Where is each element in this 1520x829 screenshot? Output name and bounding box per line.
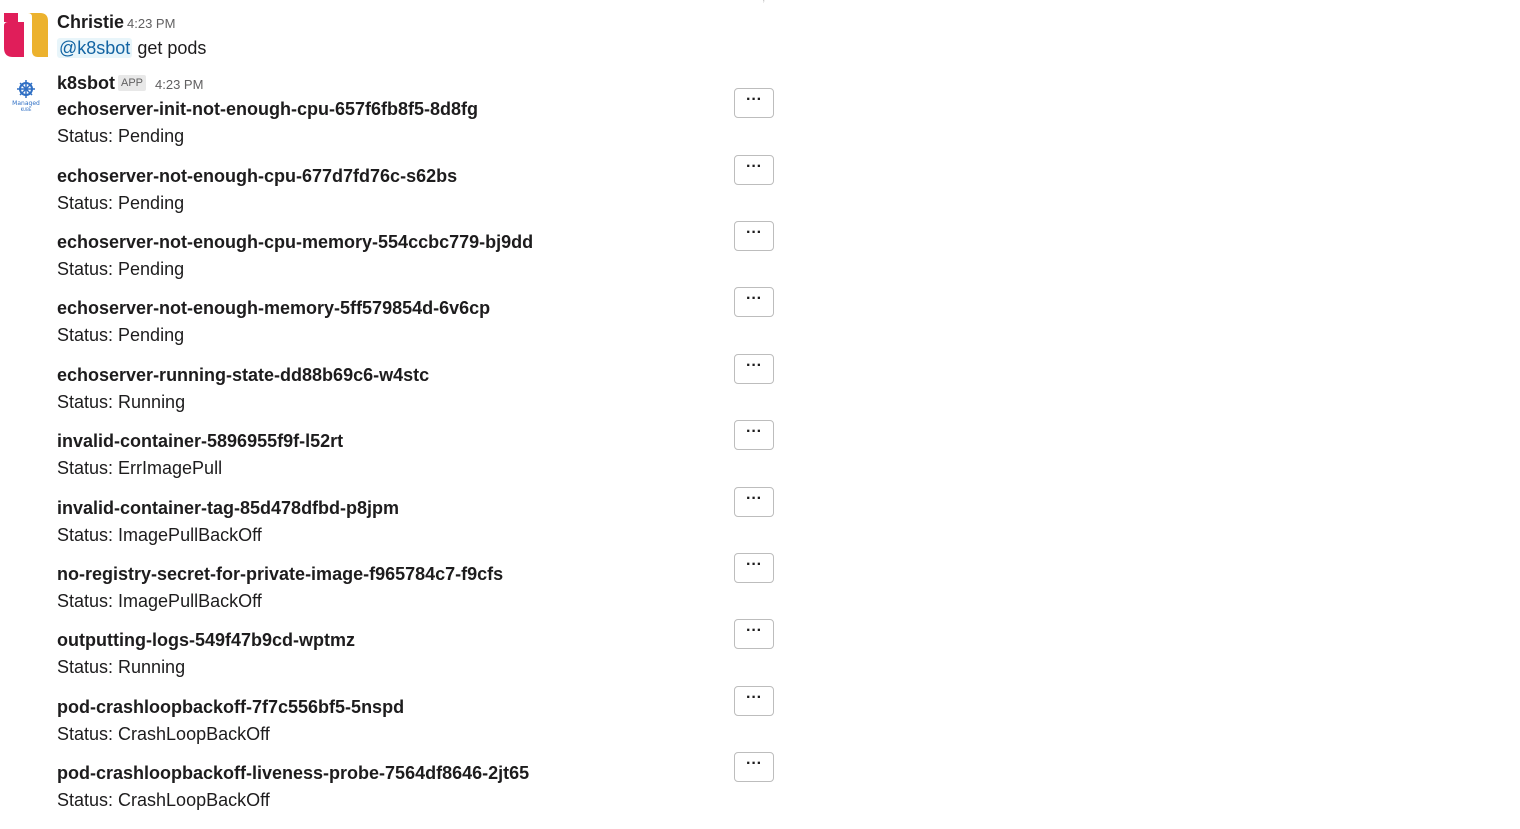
pod-name: no-registry-secret-for-private-image-f96… — [57, 564, 504, 584]
ellipsis-icon: ··· — [746, 290, 762, 307]
ellipsis-icon: ··· — [746, 91, 762, 108]
user-message: Christie 4:23 PM @k8sbot get pods — [0, 0, 1520, 70]
pod-status: Status: CrashLoopBackOff — [57, 724, 270, 744]
command-text: get pods — [137, 38, 207, 58]
more-actions-button[interactable]: ··· — [734, 619, 774, 649]
pod-item: echoserver-running-state-dd88b69c6-w4stc… — [57, 354, 777, 431]
ellipsis-icon: ··· — [746, 755, 762, 772]
bot-mention[interactable]: @k8sbot — [57, 38, 133, 58]
pod-item: invalid-container-tag-85d478dfbd-p8jpm S… — [57, 487, 777, 564]
app-badge: APP — [118, 75, 147, 91]
pod-status: Status: Pending — [57, 259, 185, 279]
pod-item: echoserver-not-enough-cpu-memory-554ccbc… — [57, 221, 777, 298]
pod-name: echoserver-init-not-enough-cpu-657f6fb8f… — [57, 99, 479, 119]
pod-name: pod-crashloopbackoff-7f7c556bf5-5nspd — [57, 697, 405, 717]
more-actions-button[interactable]: ··· — [734, 686, 774, 716]
ellipsis-icon: ··· — [746, 622, 762, 639]
pod-name: echoserver-not-enough-cpu-memory-554ccbc… — [57, 232, 534, 252]
more-actions-button[interactable]: ··· — [734, 221, 774, 251]
pod-item: invalid-container-5896955f9f-l52rt Statu… — [57, 420, 777, 497]
svg-text:KUBE: KUBE — [21, 107, 32, 112]
pod-status: Status: Pending — [57, 193, 185, 213]
pod-item: pod-crashloopbackoff-liveness-probe-7564… — [57, 752, 777, 829]
pod-item: echoserver-not-enough-cpu-677d7fd76c-s62… — [57, 155, 777, 232]
more-actions-button[interactable]: ··· — [734, 287, 774, 317]
more-actions-button[interactable]: ··· — [734, 155, 774, 185]
ellipsis-icon: ··· — [746, 490, 762, 507]
pod-status: Status: Pending — [57, 126, 185, 146]
more-actions-button[interactable]: ··· — [734, 553, 774, 583]
more-actions-button[interactable]: ··· — [734, 88, 774, 118]
ellipsis-icon: ··· — [746, 423, 762, 440]
ellipsis-icon: ··· — [746, 689, 762, 706]
ellipsis-icon: ··· — [746, 224, 762, 241]
pod-status: Status: ErrImagePull — [57, 458, 223, 478]
pod-name: echoserver-running-state-dd88b69c6-w4stc — [57, 365, 430, 385]
pod-status: Status: Running — [57, 657, 186, 677]
message-timestamp[interactable]: 4:23 PM — [155, 77, 203, 92]
pod-item: outputting-logs-549f47b9cd-wptmz Status:… — [57, 619, 777, 696]
pod-status: Status: ImagePullBackOff — [57, 591, 262, 611]
managed-kube-logo-icon[interactable]: Managed KUBE — [6, 78, 46, 114]
more-actions-button[interactable]: ··· — [734, 487, 774, 517]
more-actions-button[interactable]: ··· — [734, 752, 774, 782]
pod-item: pod-crashloopbackoff-7f7c556bf5-5nspd St… — [57, 686, 777, 763]
slack-logo-icon[interactable] — [4, 13, 48, 57]
ellipsis-icon: ··· — [746, 556, 762, 573]
ellipsis-icon: ··· — [746, 357, 762, 374]
pod-item: echoserver-not-enough-memory-5ff579854d-… — [57, 287, 777, 364]
pod-name: echoserver-not-enough-cpu-677d7fd76c-s62… — [57, 166, 458, 186]
pod-name: invalid-container-5896955f9f-l52rt — [57, 431, 344, 451]
more-actions-button[interactable]: ··· — [734, 354, 774, 384]
pod-status: Status: Pending — [57, 325, 185, 345]
pod-item: echoserver-init-not-enough-cpu-657f6fb8f… — [57, 88, 777, 165]
message-text: @k8sbot get pods — [57, 38, 206, 59]
pod-status: Status: Running — [57, 392, 186, 412]
svg-text:Managed: Managed — [12, 100, 40, 107]
pod-name: pod-crashloopbackoff-liveness-probe-7564… — [57, 763, 530, 783]
sender-name[interactable]: Christie — [57, 12, 124, 33]
pod-name: invalid-container-tag-85d478dfbd-p8jpm — [57, 498, 400, 518]
bot-sender-name[interactable]: k8sbot — [57, 73, 115, 94]
pod-status: Status: ImagePullBackOff — [57, 525, 262, 545]
pod-item: no-registry-secret-for-private-image-f96… — [57, 553, 777, 630]
pod-name: echoserver-not-enough-memory-5ff579854d-… — [57, 298, 491, 318]
pod-name: outputting-logs-549f47b9cd-wptmz — [57, 630, 355, 650]
more-actions-button[interactable]: ··· — [734, 420, 774, 450]
ellipsis-icon: ··· — [746, 158, 762, 175]
pod-status: Status: CrashLoopBackOff — [57, 790, 270, 810]
message-timestamp[interactable]: 4:23 PM — [127, 16, 175, 31]
